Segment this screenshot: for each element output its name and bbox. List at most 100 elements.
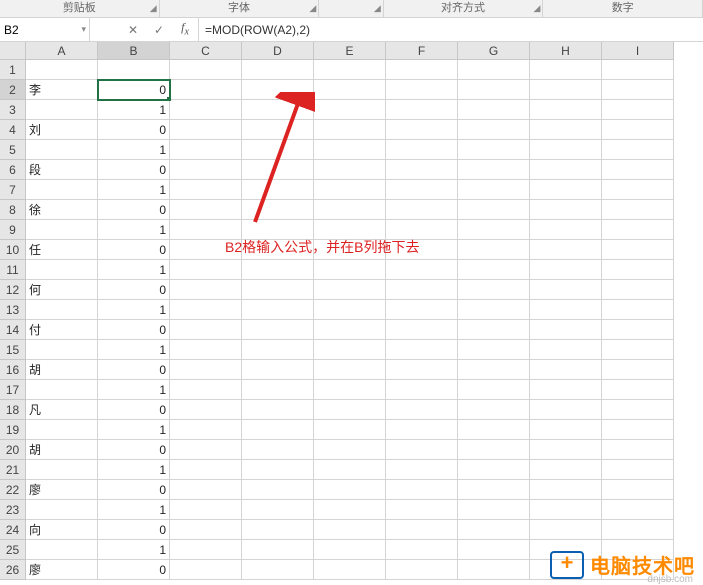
cell[interactable] <box>602 200 674 220</box>
cell[interactable]: 0 <box>98 400 170 420</box>
cell[interactable] <box>170 380 242 400</box>
row-header[interactable]: 12 <box>0 280 26 300</box>
cell[interactable] <box>602 180 674 200</box>
cell[interactable] <box>242 180 314 200</box>
dialog-launcher-icon[interactable]: ◢ <box>374 0 381 16</box>
cell[interactable] <box>602 60 674 80</box>
row-header[interactable]: 2 <box>0 80 26 100</box>
cell[interactable] <box>386 240 458 260</box>
cell[interactable] <box>314 540 386 560</box>
cell[interactable]: 1 <box>98 140 170 160</box>
cell[interactable]: 1 <box>98 500 170 520</box>
ribbon-group-font[interactable]: 字体 ◢ <box>160 0 320 17</box>
cell[interactable] <box>602 300 674 320</box>
cell[interactable]: 胡 <box>26 440 98 460</box>
cell[interactable] <box>386 560 458 580</box>
cell[interactable] <box>170 300 242 320</box>
cell[interactable] <box>314 380 386 400</box>
row-header[interactable]: 9 <box>0 220 26 240</box>
cell[interactable] <box>458 80 530 100</box>
cell[interactable]: 廖 <box>26 480 98 500</box>
cell[interactable] <box>242 260 314 280</box>
cell[interactable] <box>386 360 458 380</box>
cell[interactable] <box>26 420 98 440</box>
cell[interactable] <box>314 340 386 360</box>
cell[interactable] <box>530 80 602 100</box>
cell[interactable] <box>530 240 602 260</box>
cell[interactable] <box>170 260 242 280</box>
ribbon-group-alignment[interactable]: 对齐方式 ◢ <box>384 0 544 17</box>
cell[interactable] <box>602 160 674 180</box>
cell[interactable]: 1 <box>98 380 170 400</box>
cell[interactable] <box>386 200 458 220</box>
dialog-launcher-icon[interactable]: ◢ <box>309 0 316 16</box>
cell[interactable] <box>170 360 242 380</box>
cell[interactable]: 0 <box>98 200 170 220</box>
cell[interactable]: 1 <box>98 540 170 560</box>
cell[interactable] <box>242 140 314 160</box>
cell[interactable] <box>602 120 674 140</box>
cell[interactable] <box>170 420 242 440</box>
cell[interactable] <box>530 360 602 380</box>
column-header[interactable]: C <box>170 42 242 60</box>
column-header[interactable]: F <box>386 42 458 60</box>
cell[interactable] <box>314 360 386 380</box>
cell[interactable] <box>242 540 314 560</box>
cell[interactable] <box>386 380 458 400</box>
cell[interactable] <box>242 460 314 480</box>
cell[interactable]: 徐 <box>26 200 98 220</box>
cell[interactable] <box>242 220 314 240</box>
cell[interactable] <box>458 460 530 480</box>
cell[interactable] <box>314 480 386 500</box>
cells-area[interactable]: 李01刘01段01徐01任01何01付01胡01凡01胡01廖01向01廖0 <box>26 60 674 580</box>
cell[interactable] <box>530 460 602 480</box>
cell[interactable] <box>602 380 674 400</box>
cell[interactable]: 段 <box>26 160 98 180</box>
cell[interactable]: 0 <box>98 280 170 300</box>
cell[interactable] <box>530 120 602 140</box>
cell[interactable] <box>242 360 314 380</box>
row-header[interactable]: 1 <box>0 60 26 80</box>
cell[interactable]: 1 <box>98 340 170 360</box>
cell[interactable] <box>170 200 242 220</box>
cell[interactable] <box>458 380 530 400</box>
cell[interactable] <box>530 480 602 500</box>
cell[interactable] <box>602 360 674 380</box>
cell[interactable]: 0 <box>98 360 170 380</box>
cell[interactable] <box>458 400 530 420</box>
row-header[interactable]: 6 <box>0 160 26 180</box>
cell[interactable]: 胡 <box>26 360 98 380</box>
cell[interactable] <box>530 260 602 280</box>
cell[interactable] <box>458 60 530 80</box>
cell[interactable] <box>458 240 530 260</box>
cell[interactable] <box>314 240 386 260</box>
cell[interactable] <box>26 60 98 80</box>
cell[interactable] <box>602 520 674 540</box>
column-header[interactable]: A <box>26 42 98 60</box>
cell[interactable] <box>530 160 602 180</box>
cell[interactable] <box>26 460 98 480</box>
cell[interactable] <box>242 560 314 580</box>
cell[interactable] <box>170 520 242 540</box>
dialog-launcher-icon[interactable]: ◢ <box>150 0 157 16</box>
row-header[interactable]: 11 <box>0 260 26 280</box>
cell[interactable]: 0 <box>98 160 170 180</box>
cell[interactable] <box>314 280 386 300</box>
cell[interactable]: 1 <box>98 260 170 280</box>
cell[interactable] <box>386 500 458 520</box>
cell[interactable] <box>602 460 674 480</box>
cell[interactable] <box>602 500 674 520</box>
name-box-input[interactable] <box>4 23 74 37</box>
cell[interactable] <box>530 440 602 460</box>
column-header[interactable]: B <box>98 42 170 60</box>
row-header[interactable]: 23 <box>0 500 26 520</box>
cell[interactable] <box>242 120 314 140</box>
cell[interactable] <box>314 520 386 540</box>
cell[interactable] <box>314 100 386 120</box>
row-header[interactable]: 26 <box>0 560 26 580</box>
cell[interactable] <box>242 440 314 460</box>
cell[interactable] <box>242 520 314 540</box>
row-header[interactable]: 25 <box>0 540 26 560</box>
cell[interactable] <box>530 200 602 220</box>
cell[interactable] <box>314 320 386 340</box>
